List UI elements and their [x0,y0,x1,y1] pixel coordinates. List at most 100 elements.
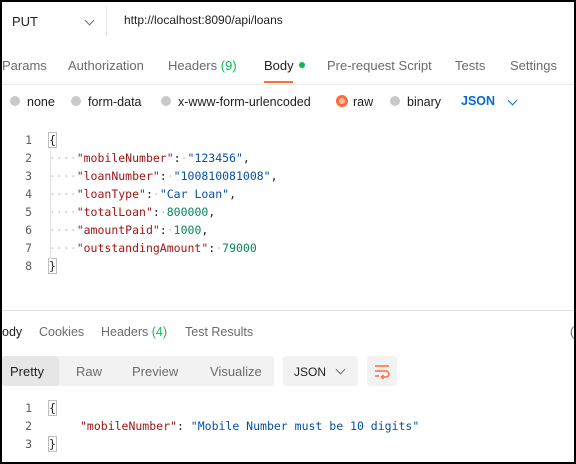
json-comma: , [270,169,278,183]
json-value: "123456" [187,151,243,165]
method-url-divider [106,6,107,36]
active-tab-underline [264,81,293,83]
json-comma: , [208,205,216,219]
radio-form-data-label[interactable]: form-data [88,95,142,109]
json-value: "Mobile Number must be 10 digits" [190,419,420,433]
json-key: "loanNumber" [76,169,160,183]
space-dot: · [159,205,167,219]
wrap-lines-icon [375,365,390,380]
json-comma: , [201,223,209,237]
radio-none-label[interactable]: none [27,95,55,109]
json-key: "mobileNumber" [80,419,177,433]
format-visualize-button[interactable]: Visualize [210,364,262,379]
json-colon: : [159,169,167,183]
tab-params[interactable]: Params [2,58,47,73]
url-input[interactable]: http://localhost:8090/api/loans [124,13,283,27]
json-key: "totalLoan" [76,205,153,219]
indent-dots: ···· [49,241,77,255]
indent-dots: ···· [49,151,77,165]
json-key: "outstandingAmount" [76,241,209,255]
format-preview-button[interactable]: Preview [132,364,178,379]
json-line: "mobileNumber": "Mobile Number must be 1… [80,419,419,433]
line-number: 3 [25,437,32,451]
radio-raw[interactable] [336,95,348,107]
response-divider [2,310,574,311]
radio-urlencoded-label[interactable]: x-www-form-urlencoded [178,95,311,109]
response-language-label: JSON [294,365,327,379]
response-tab-headers[interactable]: Headers (4) [101,325,167,339]
tab-pre-request-script[interactable]: Pre-request Script [327,58,432,73]
json-colon: : [152,205,160,219]
tab-tests[interactable]: Tests [455,58,485,73]
chevron-down-icon [84,15,95,26]
json-value: 800000 [166,205,209,219]
indent-dots: ···· [49,223,77,237]
json-value: "Car Loan" [159,187,230,201]
indent-dots: ···· [49,187,77,201]
json-key: "amountPaid" [76,223,160,237]
tab-authorization[interactable]: Authorization [68,58,144,73]
json-line: ····"amountPaid":·1000, [49,223,208,237]
radio-form-data[interactable] [71,96,81,106]
json-comma: , [229,187,237,201]
space-dot: · [166,169,174,183]
line-number: 1 [25,133,32,147]
json-line: ····"mobileNumber":·"123456", [49,151,250,165]
indent-dots: ···· [49,169,77,183]
line-number: 2 [25,419,32,433]
format-pretty-label[interactable]: Pretty [10,364,44,379]
json-close-brace: } [48,436,57,452]
json-line: ····"loanType":·"Car Loan", [49,187,236,201]
json-line: ····"loanNumber":·"100810081008", [49,169,278,183]
radio-urlencoded[interactable] [161,96,171,106]
line-number: 5 [25,205,32,219]
json-open-brace: { [48,132,57,148]
json-comma: , [242,151,250,165]
tab-headers-count: (9) [220,58,237,73]
space-dot: · [180,151,188,165]
json-colon: : [176,419,191,433]
line-number: 1 [25,401,32,415]
json-colon: : [173,151,181,165]
line-number: 3 [25,169,32,183]
json-close-brace: } [48,258,57,274]
json-open-brace: { [48,400,57,416]
tab-headers[interactable]: Headers (9) [168,58,237,73]
tab-headers-label: Headers [168,58,218,73]
line-number: 6 [25,223,32,237]
tab-body-label: Body [264,58,294,73]
space-dot: · [166,223,174,237]
radio-none[interactable] [10,96,20,106]
json-colon: : [159,223,167,237]
response-language-dropdown[interactable]: JSON [283,356,358,386]
body-language-dropdown[interactable]: JSON [461,94,518,108]
response-tab-test-results[interactable]: Test Results [185,325,253,339]
response-tab-body[interactable]: ody [2,325,22,339]
radio-binary[interactable] [390,96,400,106]
indent-dots: ···· [49,205,77,219]
line-number: 2 [25,151,32,165]
json-value: "100810081008" [173,169,271,183]
json-line: ····"totalLoan":·800000, [49,205,215,219]
method-label: PUT [12,14,38,29]
wrap-lines-button[interactable] [367,356,397,386]
response-tab-clipped: ( [570,325,575,339]
radio-raw-label[interactable]: raw [353,95,373,109]
indent-guide [50,151,51,259]
response-tab-headers-label: Headers [101,325,149,339]
tab-settings[interactable]: Settings [510,58,557,73]
format-raw-button[interactable]: Raw [76,364,102,379]
response-tab-cookies[interactable]: Cookies [39,325,84,339]
body-modified-dot-icon [298,62,305,68]
json-key: "loanType" [76,187,146,201]
chevron-down-icon [335,364,346,375]
radio-binary-label[interactable]: binary [407,95,441,109]
tabs-divider [2,84,574,85]
json-key: "mobileNumber" [76,151,174,165]
body-language-label: JSON [461,94,496,108]
tab-body[interactable]: Body [264,58,305,73]
method-selector[interactable]: PUT [2,10,106,34]
line-number: 4 [25,187,32,201]
json-value: 79000 [222,241,257,255]
postman-window: PUT http://localhost:8090/api/loans Para… [0,0,576,464]
